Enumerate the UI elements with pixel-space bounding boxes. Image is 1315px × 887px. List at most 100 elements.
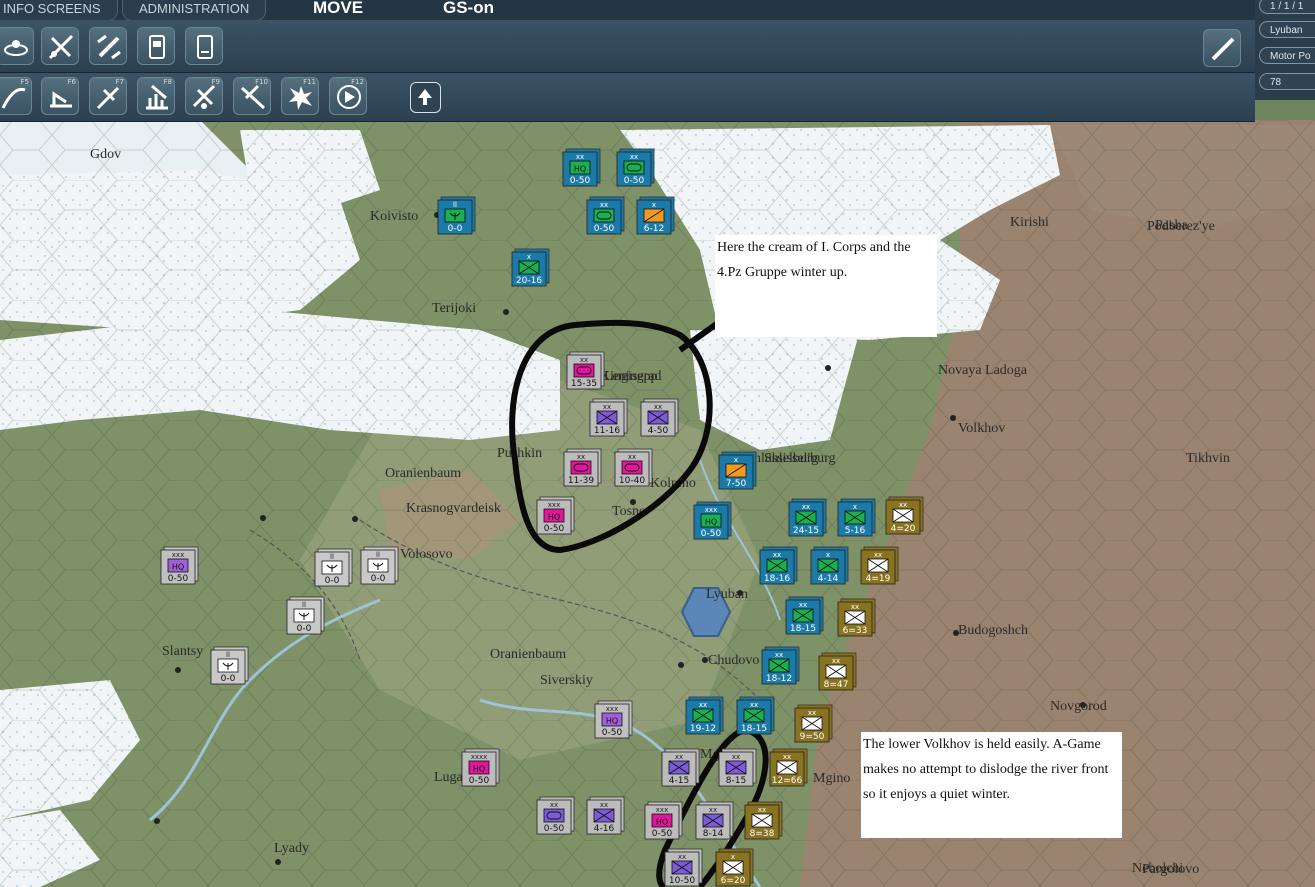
unit-counter[interactable]: xxx HQ 0-50 [536,496,575,535]
hotkey-label: F8 [163,78,172,86]
unit-counter[interactable]: xx 0-50 [586,196,625,235]
unit-size-label: ll [302,601,306,609]
satellite-button[interactable] [89,27,127,65]
place-label: Novaya Ladoga [938,363,1028,378]
artillery-button[interactable]: F6 [41,77,79,115]
place-label: Terijoki [432,301,476,316]
unit-strength-label: 0-50 [594,224,615,234]
unit-strength-label: 4-50 [648,426,669,436]
place-label: Kirishi [1010,215,1049,230]
unit-strength-label: 10-40 [619,476,645,486]
air-recon-button[interactable]: F5 [0,77,32,115]
air-strike-button[interactable]: F7 [89,77,127,115]
unit-counter[interactable]: xx HQ 0-50 [562,148,601,187]
unit-strength-label: 9=50 [800,732,825,742]
unit-counter[interactable]: xx 8-15 [718,748,757,787]
unit-counter[interactable]: xx 11-16 [589,398,628,437]
unit-size-label: xx [808,709,816,717]
unit-counter[interactable]: xx 9=50 [794,704,833,743]
tab-gs-on[interactable]: GS-on [443,0,494,20]
unit-size-label: xxx [172,551,184,559]
unit-counter[interactable]: xx 10-50 [664,848,703,887]
air-interdiction-button[interactable] [41,27,79,65]
paradrop-button[interactable]: F9 [185,77,223,115]
unit-counter[interactable]: x 4-14 [810,546,849,585]
unit-counter[interactable]: x 5-16 [837,498,876,537]
tab-info-screens[interactable]: INFO SCREENS [0,0,118,21]
place-label: Oranienbaum [385,466,461,481]
supply-report-icon [149,35,165,59]
unit-counter[interactable]: ll 0-0 [360,546,399,585]
explosion-button[interactable]: F11 [281,77,319,115]
unit-counter[interactable]: x 6=20 [715,848,754,887]
unit-size-label: xx [758,806,766,814]
unit-counter[interactable]: xx 10-40 [614,448,653,487]
unit-counter[interactable]: xx 0-50 [616,148,655,187]
unit-counter[interactable]: ll 0-0 [210,646,249,685]
unit-counter[interactable]: xxx HQ 0-50 [160,546,199,585]
unit-counter[interactable]: xx 4-15 [661,748,700,787]
terrain-readout: Motor Po [1259,47,1315,64]
unit-strength-label: 4=20 [891,524,916,534]
unit-counter[interactable]: xx 4=20 [885,496,924,535]
go-button[interactable]: F12 [329,77,367,115]
hotkey-label: F9 [211,78,220,86]
supply-report-button[interactable] [137,27,175,65]
unit-counter[interactable]: xx 4-50 [640,398,679,437]
tab-move[interactable]: MOVE [313,0,363,20]
unit-size-label: xxxx [471,753,488,761]
unit-strength-label: 0-50 [624,176,645,186]
air-transport-button[interactable]: F10 [233,77,271,115]
unit-counter[interactable]: xxx HQ 0-50 [644,801,683,840]
unit-counter[interactable]: xx 12=66 [769,748,808,787]
unit-counter[interactable]: xx 6=33 [837,598,876,637]
card-button[interactable] [185,27,223,65]
unit-counter[interactable]: xx 19-12 [685,696,724,735]
unit-counter[interactable]: xxx HQ 0-50 [594,700,633,739]
unit-counter[interactable]: x 6-12 [636,196,675,235]
unit-size-label: xx [600,201,608,209]
annotation-note-south: The lower Volkhov is held easily. A-Game… [861,732,1122,838]
unit-counter[interactable]: xx 8-14 [695,801,734,840]
toolbar-row-1 [0,20,1255,73]
unit-strength-label: 19-12 [690,724,716,734]
unit-counter[interactable]: xx 18-15 [736,696,775,735]
unit-strength-label: 20-16 [516,276,542,286]
hotkey-label: F7 [115,78,124,86]
unit-counter[interactable]: xx 15-35 [566,351,605,390]
draw-line-button[interactable] [1203,29,1241,67]
unit-counter[interactable]: xx 0-50 [536,796,575,835]
unit-counter[interactable]: xx 4=19 [860,546,899,585]
unit-size-label: xxx [606,705,618,713]
place-label: Krasnogvardeisk [406,501,501,516]
unit-strength-label: 18-15 [790,624,816,634]
unit-counter[interactable]: xx 11-39 [563,448,602,487]
unit-counter[interactable]: xx 8=38 [744,801,783,840]
ground-bombard-button[interactable]: F8 [137,77,175,115]
unit-counter[interactable]: xx 18-12 [761,646,800,685]
unit-size-label: xx [654,403,662,411]
unit-counter[interactable]: ll 0-0 [437,196,476,235]
place-label: Pushkin [497,446,542,461]
unit-counter[interactable]: xx 24-15 [788,498,827,537]
unit-size-label: xx [580,356,588,364]
up-arrow-button[interactable] [410,82,441,113]
place-label: Slantsy [162,644,203,659]
unit-counter[interactable]: ll 0-0 [286,596,325,635]
unit-counter[interactable]: xx 18-15 [785,596,824,635]
unit-counter[interactable]: x 7-50 [718,451,757,490]
unit-counter[interactable]: ll 0-0 [314,548,353,587]
unit-size-label: xx [600,801,608,809]
unit-counter[interactable]: xx 8=47 [818,652,857,691]
unit-size-label: xx [799,601,807,609]
tab-administration[interactable]: ADMINISTRATION [122,0,267,21]
recon-button[interactable] [0,27,34,65]
unit-size-label: xx [832,657,840,665]
unit-counter[interactable]: x 20-16 [511,248,550,287]
unit-type-label: HQ [606,717,618,726]
unit-counter[interactable]: xxxx HQ 0-50 [461,748,500,787]
unit-counter[interactable]: xx 18-16 [759,546,798,585]
unit-counter[interactable]: xx 4-16 [586,796,625,835]
unit-counter[interactable]: xxx HQ 0-50 [693,501,732,540]
date-readout: 1 / 1 / 1 [1259,0,1315,14]
